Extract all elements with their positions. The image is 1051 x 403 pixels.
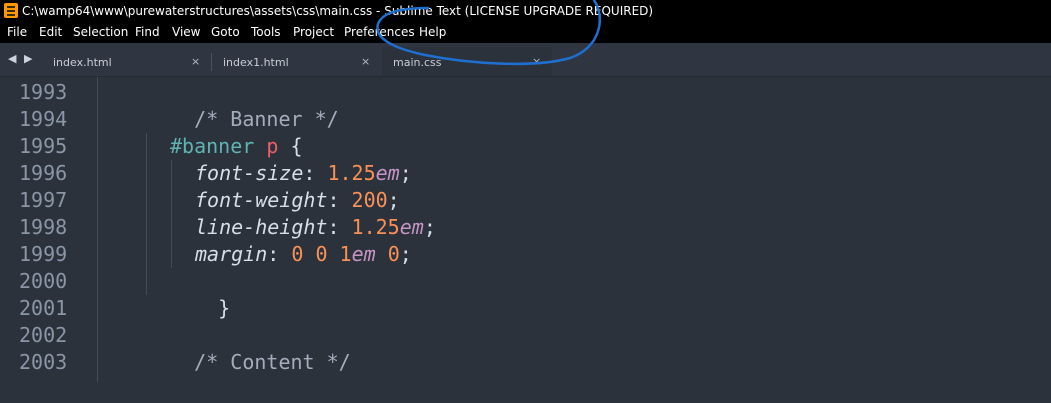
indent-guide (171, 160, 172, 268)
sublime-text-icon (4, 3, 18, 18)
semicolon: ; (387, 188, 400, 212)
colon: : (303, 161, 328, 185)
menu-tools[interactable]: Tools (251, 22, 281, 43)
code-editor[interactable]: 1993 1994 1995 1996 1997 1998 1999 2000 … (0, 77, 1051, 382)
code-line-1998: line-height: 1.25em; (195, 214, 436, 241)
css-number: 200 (351, 188, 388, 212)
css-number: 0 (387, 242, 400, 266)
line-number: 1998 (19, 215, 68, 239)
css-property: font-size (195, 161, 304, 185)
code-comment: /* Content */ (194, 350, 351, 374)
line-number: 1996 (19, 161, 68, 185)
tab-label: main.css (393, 56, 442, 69)
line-number: 2001 (19, 296, 68, 320)
indent-guide (97, 77, 98, 382)
menu-help[interactable]: Help (419, 22, 446, 43)
css-tag-selector: p (266, 134, 279, 158)
menu-selection[interactable]: Selection (73, 22, 128, 43)
css-unit: em (375, 161, 400, 185)
tab-index-html[interactable]: index.html × (40, 47, 210, 76)
css-number: 0 (291, 242, 304, 266)
code-line-1997: font-weight: 200; (195, 187, 400, 214)
menu-preferences[interactable]: Preferences (344, 22, 415, 43)
close-icon[interactable]: × (361, 55, 370, 68)
line-number: 2002 (19, 323, 68, 347)
menu-bar: File Edit Selection Find View Goto Tools… (0, 22, 1051, 43)
css-number: 1 (339, 242, 352, 266)
semicolon: ; (399, 161, 412, 185)
colon: : (327, 188, 352, 212)
semicolon: ; (423, 215, 436, 239)
open-brace: { (290, 134, 303, 158)
menu-goto[interactable]: Goto (211, 22, 240, 43)
close-brace: } (218, 296, 231, 320)
title-bar: C:\wamp64\www\purewaterstructures\assets… (0, 0, 1051, 22)
colon: : (267, 242, 292, 266)
code-line-1996: font-size: 1.25em; (195, 160, 412, 187)
line-number: 2000 (19, 269, 68, 293)
code-line-2002: /* Content */ (146, 322, 351, 403)
code-line-1999: margin: 0 0 1em 0; (195, 241, 412, 268)
line-number: 2003 (19, 350, 68, 374)
line-number: 1995 (19, 134, 68, 158)
css-property: line-height (195, 215, 328, 239)
css-number: 0 (315, 242, 328, 266)
css-unit: em (351, 242, 376, 266)
semicolon: ; (399, 242, 412, 266)
code-line-1995: #banner p { (170, 133, 302, 160)
css-property: font-weight (195, 188, 328, 212)
close-icon[interactable]: × (532, 55, 541, 68)
line-number: 1997 (19, 188, 68, 212)
css-number: 1.25 (327, 161, 376, 185)
tab-index1-html[interactable]: index1.html × (212, 47, 381, 76)
menu-view[interactable]: View (172, 22, 200, 43)
css-selector: #banner (170, 134, 255, 158)
tab-main-css[interactable]: main.css × (382, 47, 552, 76)
line-number: 1993 (19, 80, 68, 104)
menu-edit[interactable]: Edit (39, 22, 62, 43)
close-icon[interactable]: × (191, 55, 200, 68)
tab-nav-arrows-icon[interactable]: ◀ ▶ (8, 52, 34, 65)
css-unit: em (399, 215, 424, 239)
css-property: margin (195, 242, 268, 266)
menu-project[interactable]: Project (293, 22, 334, 43)
menu-file[interactable]: File (7, 22, 27, 43)
tab-label: index1.html (223, 56, 289, 69)
code-comment: /* Banner */ (194, 107, 339, 131)
tab-bar: ◀ ▶ index.html × index1.html × main.css … (0, 43, 1051, 77)
window-title: C:\wamp64\www\purewaterstructures\assets… (22, 4, 654, 18)
line-number: 1999 (19, 242, 68, 266)
menu-find[interactable]: Find (135, 22, 160, 43)
tab-label: index.html (53, 56, 112, 69)
line-number-gutter: 1993 1994 1995 1996 1997 1998 1999 2000 … (0, 77, 96, 382)
line-number: 1994 (19, 107, 68, 131)
css-number: 1.25 (351, 215, 400, 239)
colon: : (327, 215, 352, 239)
